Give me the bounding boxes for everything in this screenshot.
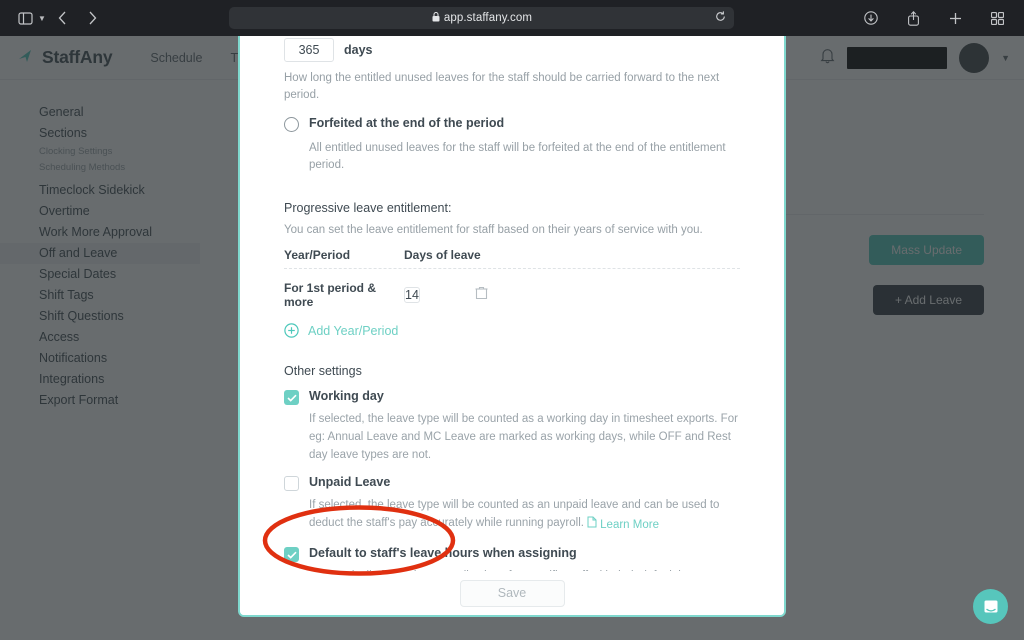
days-unit-label: days	[344, 43, 373, 57]
carry-forward-days-row: 365 days	[284, 36, 740, 62]
sidebar-toggle-icon[interactable]	[12, 6, 38, 30]
option-unpaid-leave[interactable]: Unpaid Leave	[284, 475, 740, 492]
tab-overview-icon[interactable]	[984, 6, 1010, 30]
back-arrow-icon[interactable]	[50, 6, 76, 30]
column-header-year-period: Year/Period	[284, 248, 351, 262]
forfeited-radio-label: Forfeited at the end of the period	[309, 115, 505, 130]
browser-action-icons	[858, 6, 1024, 30]
new-tab-icon[interactable]	[942, 6, 968, 30]
chevron-down-icon[interactable]: ▼	[38, 14, 46, 23]
forfeited-help-text: All entitled unused leaves for the staff…	[309, 141, 726, 171]
forward-arrow-icon[interactable]	[80, 6, 106, 30]
downloads-icon[interactable]	[858, 6, 884, 30]
label-unpaid-leave: Unpaid Leave	[309, 475, 391, 490]
learn-more-link-unpaid-leave[interactable]: Learn More	[587, 516, 659, 535]
row-days-cell: 14	[404, 284, 459, 306]
document-icon	[587, 516, 597, 535]
add-year-period-row[interactable]: Add Year/Period	[284, 323, 740, 338]
column-header-days-of-leave: Days of leave	[404, 248, 481, 262]
add-year-period-label[interactable]: Add Year/Period	[308, 324, 398, 338]
checkbox-default-leave-hours[interactable]	[284, 547, 299, 563]
url-text: app.staffany.com	[443, 12, 533, 24]
progressive-entitlement-help: You can set the leave entitlement for st…	[284, 224, 703, 236]
share-icon[interactable]	[900, 6, 926, 30]
checkbox-working-day[interactable]	[284, 390, 299, 405]
help-working-day: If selected, the leave type will be coun…	[309, 413, 738, 461]
other-settings-title: Other settings	[284, 364, 362, 378]
table-row: For 1st period & more 14	[284, 281, 740, 309]
forfeited-radio-button[interactable]	[284, 116, 299, 132]
reload-icon[interactable]	[715, 9, 726, 27]
checkbox-unpaid-leave[interactable]	[284, 476, 299, 492]
table-header-row: Year/Period Days of leave	[284, 248, 740, 269]
plus-circle-icon[interactable]	[284, 323, 299, 338]
help-unpaid-leave: If selected, the leave type will be coun…	[309, 497, 740, 535]
modal-footer: Save	[240, 571, 784, 615]
browser-nav-controls: ▼	[0, 6, 106, 30]
browser-address-area: app.staffany.com	[106, 7, 858, 29]
browser-toolbar: ▼ app.staffany.com	[0, 0, 1024, 36]
carry-forward-help-text: How long the entitled unused leaves for …	[284, 72, 720, 102]
trash-icon[interactable]	[475, 286, 488, 305]
label-default-leave-hours: Default to staff's leave hours when assi…	[309, 546, 577, 561]
option-default-leave-hours[interactable]: Default to staff's leave hours when assi…	[284, 546, 740, 563]
learn-more-label[interactable]: Learn More	[600, 517, 659, 535]
app-page: StaffAny Schedule Time ▼ General Section…	[0, 36, 1024, 640]
label-working-day: Working day	[309, 389, 384, 403]
row-period-label: For 1st period & more	[284, 281, 377, 309]
option-working-day[interactable]: Working day	[284, 389, 740, 405]
carry-forward-days-input[interactable]: 365	[284, 38, 334, 62]
lock-icon	[432, 11, 440, 25]
progressive-entitlement-table: Year/Period Days of leave For 1st period…	[284, 248, 740, 309]
chat-bubble-icon[interactable]	[973, 589, 1008, 624]
row-days-input[interactable]: 14	[404, 287, 420, 303]
address-bar[interactable]: app.staffany.com	[229, 7, 735, 29]
save-button[interactable]: Save	[459, 579, 565, 607]
progressive-entitlement-title: Progressive leave entitlement:	[284, 201, 452, 215]
modal-scroll-body[interactable]: 365 days How long the entitled unused le…	[240, 36, 784, 572]
forfeited-radio-row[interactable]: Forfeited at the end of the period	[284, 116, 740, 132]
leave-type-settings-modal: 365 days How long the entitled unused le…	[238, 36, 786, 617]
